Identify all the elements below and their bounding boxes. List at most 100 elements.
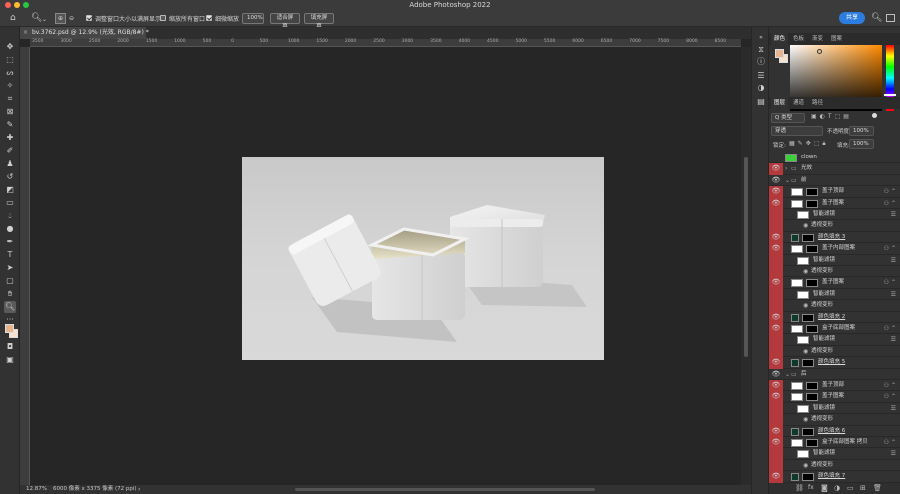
eyedropper-icon[interactable]: ✎ — [4, 119, 16, 131]
shape-tool-icon[interactable]: ▢ — [4, 275, 16, 287]
effect-visibility-icon[interactable]: ◉ — [803, 414, 808, 425]
move-tool-icon[interactable]: ✥ — [4, 41, 16, 53]
visibility-eye-icon[interactable]: 👁︎ — [769, 163, 783, 175]
gradient-tool-icon[interactable]: ▭ — [4, 197, 16, 209]
layer-row[interactable]: ◉ 透视变形 — [769, 459, 900, 472]
opacity-field[interactable]: 100% — [849, 126, 874, 136]
brush-tool-icon[interactable]: ✐ — [4, 145, 16, 157]
tab-channels[interactable]: 通道 — [790, 97, 807, 109]
magic-wand-icon[interactable]: ✧ — [4, 80, 16, 92]
visibility-eye-icon[interactable]: 👁︎ — [769, 186, 783, 198]
new-layer-icon[interactable]: ⊞ — [860, 484, 866, 492]
link-layers-icon[interactable]: ⛓ — [795, 484, 804, 492]
visibility-eye-icon[interactable] — [769, 334, 783, 346]
adjustments-panel-icon[interactable]: ◑ — [755, 83, 767, 93]
filter-toggle-icon[interactable] — [872, 113, 877, 118]
scrollbar-thumb[interactable] — [744, 157, 748, 357]
visibility-eye-icon[interactable]: 👁︎ — [769, 437, 783, 449]
layer-row[interactable]: ◉ 透视变形 — [769, 345, 900, 358]
delete-layer-icon[interactable]: 🗑︎ — [873, 484, 882, 492]
layer-row[interactable]: 智能滤镜 ☰ — [769, 402, 900, 415]
zoom-in-icon[interactable]: ⊕ — [55, 13, 66, 24]
horizontal-scrollbar[interactable] — [295, 488, 595, 491]
marquee-tool-icon[interactable]: ⬚ — [4, 54, 16, 66]
layer-row[interactable]: 👁︎ › ▭ 光效 — [769, 163, 900, 175]
visibility-eye-icon[interactable]: 👁︎ — [769, 243, 783, 255]
visibility-eye-icon[interactable] — [769, 266, 783, 278]
visibility-eye-icon[interactable]: 👁︎ — [769, 277, 783, 289]
quick-mask-icon[interactable]: ◘ — [4, 341, 16, 353]
visibility-eye-icon[interactable] — [769, 448, 783, 460]
layer-filter-select[interactable]: Q 类型 — [771, 113, 805, 123]
smart-filter-icon[interactable]: ⚇ ⌃ — [884, 198, 896, 209]
layer-row[interactable]: 👁︎ 盖子图案 ⚇ ⌃ — [769, 277, 900, 289]
smart-filter-icon[interactable]: ⚇ ⌃ — [884, 243, 896, 254]
visibility-eye-icon[interactable]: 👁︎ — [769, 425, 783, 437]
effect-visibility-icon[interactable]: ◉ — [803, 346, 808, 357]
home-icon[interactable]: ⌂ — [10, 13, 16, 23]
layer-row[interactable]: 智能滤镜 ☰ — [769, 448, 900, 460]
tab-patterns[interactable]: 图案 — [828, 33, 845, 45]
foreground-color-swatch[interactable] — [5, 324, 14, 333]
fill-screen-button[interactable]: 填充屏幕 — [304, 13, 334, 30]
document-tab[interactable]: × bv.3762.psd @ 12.9% (光效, RGB/8#) * — [20, 27, 149, 39]
visibility-eye-icon[interactable]: 👁︎ — [769, 380, 783, 392]
resize-windows-checkbox[interactable] — [86, 15, 92, 21]
visibility-eye-icon[interactable]: 👁︎ — [769, 197, 783, 209]
adjustment-layer-icon[interactable]: ◑ — [834, 484, 840, 492]
visibility-eye-icon[interactable]: 👁︎ — [769, 323, 783, 335]
effect-visibility-icon[interactable]: ◉ — [803, 220, 808, 231]
scrubby-zoom-checkbox[interactable] — [206, 15, 212, 21]
layer-row[interactable]: 智能滤镜 ☰ — [769, 209, 900, 221]
layer-row[interactable]: 👁︎ 盖子顶部 ⚇ ⌃ — [769, 380, 900, 392]
visibility-eye-icon[interactable]: 👁︎ — [769, 311, 783, 323]
zoom-tool-icon[interactable]: 🔍︎ — [31, 13, 42, 23]
layer-row[interactable]: 👁︎ 盒子底部图案 拷贝 ⚇ ⌃ — [769, 437, 900, 449]
history-panel-icon[interactable]: ⧖ — [755, 45, 767, 55]
smart-filter-icon[interactable]: ☰ — [891, 403, 896, 414]
add-mask-icon[interactable]: ◙ — [821, 484, 828, 492]
hand-tool-icon[interactable]: ✋︎ — [4, 288, 16, 300]
visibility-eye-icon[interactable]: 👁︎ — [769, 357, 783, 369]
layer-row[interactable]: ◉ 透视变形 — [769, 220, 900, 232]
info-panel-icon[interactable]: ⓘ — [755, 57, 767, 67]
smart-filter-icon[interactable]: ⚇ ⌃ — [884, 277, 896, 288]
visibility-eye-icon[interactable] — [769, 300, 783, 312]
expand-chevron-icon[interactable]: ⌄ — [785, 369, 790, 380]
document-image[interactable] — [242, 157, 604, 360]
blur-tool-icon[interactable]: 💧︎ — [4, 210, 16, 222]
color-picker-cursor[interactable] — [817, 49, 822, 54]
layer-row[interactable]: 👁︎ ⌄ ▭ 前 — [769, 175, 900, 187]
tab-layers[interactable]: 图层 — [771, 97, 789, 109]
chevron-down-icon[interactable]: ⌄ — [42, 15, 47, 25]
collapse-panels-icon[interactable]: « — [755, 33, 767, 43]
color-panel-foreground[interactable] — [775, 49, 784, 58]
zoom-100-button[interactable]: 100% — [242, 13, 264, 24]
visibility-eye-icon[interactable] — [769, 254, 783, 266]
smart-filter-icon[interactable]: ⚇ ⌃ — [884, 380, 896, 391]
properties-panel-icon[interactable]: ▤ — [755, 97, 767, 107]
lock-icons[interactable]: ▦✎✥⬚🔒︎ — [789, 140, 829, 148]
fit-screen-button[interactable]: 适合屏幕 — [270, 13, 300, 30]
visibility-eye-icon[interactable] — [769, 345, 783, 358]
smart-filter-icon[interactable]: ⚇ ⌃ — [884, 186, 896, 197]
type-tool-icon[interactable]: T — [4, 249, 16, 261]
new-group-icon[interactable]: ▭ — [847, 484, 854, 492]
workspace-icon[interactable] — [886, 14, 895, 22]
layer-row[interactable]: 👁︎ 颜色填充 3 — [769, 231, 900, 244]
zoom-out-icon[interactable]: ⊖ — [69, 14, 74, 24]
layer-row[interactable]: 👁︎ 盖子内部图案 ⚇ ⌃ — [769, 243, 900, 255]
layer-row[interactable]: 👁︎ 颜色填充 2 — [769, 311, 900, 323]
fx-icon[interactable]: fx — [808, 484, 814, 491]
status-zoom[interactable]: 12.87% — [26, 485, 47, 494]
clone-stamp-icon[interactable]: ♟ — [4, 158, 16, 170]
blend-mode-select[interactable]: 穿透 — [771, 126, 823, 136]
visibility-eye-icon[interactable] — [769, 459, 783, 472]
close-tab-icon[interactable]: × — [23, 27, 28, 39]
layer-row[interactable]: 智能滤镜 ☰ — [769, 254, 900, 266]
share-button[interactable]: 共享 — [839, 12, 865, 24]
smart-filter-icon[interactable]: ⚇ ⌃ — [884, 391, 896, 402]
dodge-tool-icon[interactable]: ● — [4, 223, 16, 235]
layer-row[interactable]: 智能滤镜 ☰ — [769, 288, 900, 301]
smart-filter-icon[interactable]: ☰ — [891, 289, 896, 300]
